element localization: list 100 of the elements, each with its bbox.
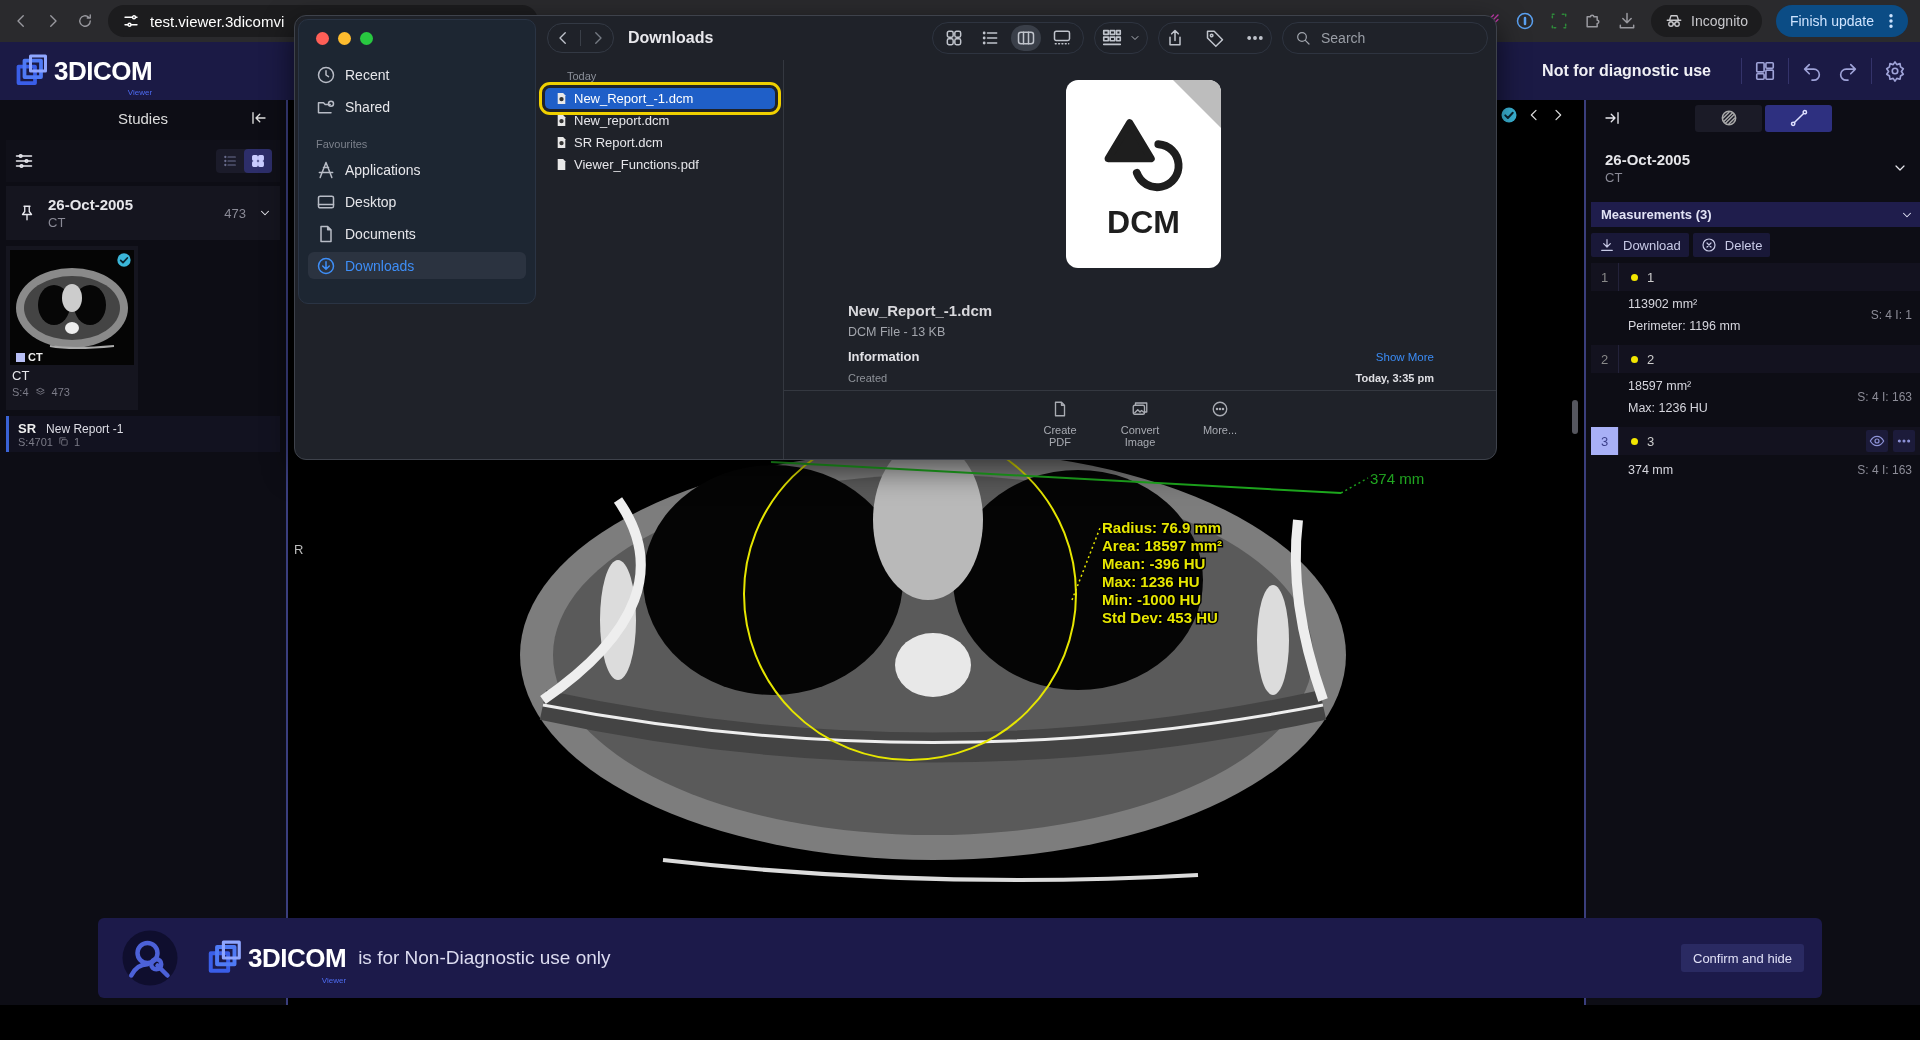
download-button[interactable]: Download bbox=[1591, 233, 1689, 257]
slice-location: S: 4 I: 163 bbox=[1857, 463, 1912, 477]
grid-view-icon bbox=[250, 153, 266, 169]
close-button[interactable] bbox=[316, 32, 329, 45]
report-row[interactable]: SR New Report -1 S:4701 1 bbox=[6, 416, 280, 452]
measurement-row[interactable]: 1 1 bbox=[1591, 263, 1920, 291]
filter-icon[interactable] bbox=[14, 151, 34, 171]
measurements-header[interactable]: Measurements (3) bbox=[1591, 202, 1920, 227]
sidebar-item[interactable]: Desktop bbox=[308, 188, 526, 215]
eye-icon bbox=[1869, 433, 1885, 449]
download-icon bbox=[1599, 237, 1615, 253]
reload-icon[interactable] bbox=[76, 12, 94, 30]
tag-icon[interactable] bbox=[1205, 28, 1225, 48]
search-icon bbox=[1295, 30, 1311, 46]
study-date: 26-Oct-2005 bbox=[1605, 151, 1692, 168]
line-measure-icon bbox=[1788, 108, 1809, 128]
site-settings-icon[interactable] bbox=[122, 12, 140, 30]
logo-subtitle: Viewer bbox=[127, 88, 153, 97]
measurement-index: 2 bbox=[1591, 345, 1619, 373]
segmentation-tool-button[interactable] bbox=[1695, 104, 1762, 132]
collapse-icon[interactable] bbox=[250, 109, 268, 127]
file-item[interactable]: SR Report.dcm bbox=[545, 132, 775, 153]
roi-stat-label: Min: -1000 HU bbox=[1102, 591, 1202, 608]
leader-line bbox=[1340, 477, 1369, 494]
file-name: New_Report_-1.dcm bbox=[848, 302, 994, 319]
measurement-label: 2 bbox=[1647, 351, 1656, 367]
scrollbar-thumb[interactable] bbox=[1572, 400, 1578, 434]
sidebar-item[interactable]: Applications bbox=[308, 156, 526, 183]
study-modality: CT bbox=[48, 215, 67, 230]
length-label: 374 mm bbox=[1370, 470, 1425, 487]
dicom-file-icon bbox=[555, 113, 568, 128]
expand-icon[interactable] bbox=[1603, 109, 1621, 127]
file-item[interactable]: Viewer_Functions.pdf bbox=[545, 154, 775, 175]
sidebar-item[interactable]: Shared bbox=[308, 93, 526, 120]
sidebar-item[interactable]: Recent bbox=[308, 61, 526, 88]
measurement-row[interactable]: 2 2 bbox=[1591, 345, 1920, 373]
measurement-value: Perimeter: 1196 mm bbox=[1628, 319, 1742, 333]
roi-stat-label: Mean: -396 HU bbox=[1102, 555, 1206, 572]
confirm-and-hide-button[interactable]: Confirm and hide bbox=[1681, 944, 1804, 972]
checkmark-icon[interactable] bbox=[1500, 106, 1518, 124]
layers-icon bbox=[34, 386, 46, 398]
sidebar-item[interactable]: Documents bbox=[308, 220, 526, 247]
download-icon bbox=[316, 255, 336, 276]
dicom-file-icon bbox=[555, 135, 568, 150]
panel-title: Studies bbox=[117, 109, 168, 127]
series-number: S:4701 bbox=[18, 435, 53, 448]
logo-text: 3DICOM bbox=[54, 55, 153, 87]
status-dot bbox=[1631, 355, 1638, 363]
study-date: 26-Oct-2005 bbox=[48, 196, 135, 213]
column-view-icon bbox=[1016, 28, 1036, 48]
measure-tool-button[interactable] bbox=[1765, 104, 1832, 132]
delete-button[interactable]: Delete bbox=[1692, 233, 1771, 257]
incognito-button[interactable]: Incognito bbox=[1651, 5, 1762, 37]
visibility-button[interactable] bbox=[1866, 430, 1888, 452]
view-mode-button[interactable] bbox=[1011, 25, 1041, 51]
logo-text: 3DICOM bbox=[248, 942, 347, 974]
file-item[interactable]: New_report.dcm bbox=[545, 110, 775, 131]
grid-view-button[interactable] bbox=[244, 149, 272, 173]
zoom-button[interactable] bbox=[360, 32, 373, 45]
logo-subtitle: Viewer bbox=[321, 976, 347, 985]
sidebar-item[interactable]: Downloads bbox=[308, 252, 526, 279]
length-line-annotation[interactable] bbox=[770, 461, 1342, 494]
gallery-view-icon bbox=[1052, 28, 1072, 48]
measurement-value: 374 mm bbox=[1628, 463, 1675, 477]
modality-color-square bbox=[16, 352, 25, 362]
study-row[interactable]: 26-Oct-2005 CT 473 bbox=[6, 186, 280, 240]
finish-update-button[interactable]: Finish update bbox=[1775, 5, 1908, 37]
file-type-label: DCM bbox=[1107, 204, 1180, 241]
measurement-row[interactable]: 3 3 bbox=[1591, 427, 1920, 455]
layout-icon[interactable] bbox=[1754, 60, 1776, 82]
study-modality: CT bbox=[1605, 170, 1624, 185]
icon-view-icon bbox=[944, 28, 964, 48]
measurement-value: 18597 mm² bbox=[1628, 379, 1693, 393]
orientation-marker: R bbox=[294, 542, 304, 557]
list-view-icon bbox=[222, 153, 238, 169]
pdf-file-icon bbox=[555, 157, 568, 172]
convert-image-button[interactable]: Convert Image bbox=[1106, 399, 1174, 449]
measurement-value: 113902 mm² bbox=[1628, 297, 1699, 311]
series-card[interactable]: CT CT S:4 473 bbox=[6, 246, 138, 410]
status-dot bbox=[1631, 273, 1638, 281]
copy-icon bbox=[57, 436, 69, 447]
file-details: DCM File - 13 KB bbox=[848, 325, 947, 339]
password-manager-icon[interactable] bbox=[1515, 11, 1536, 31]
more-icon bbox=[1211, 400, 1229, 418]
applications-icon bbox=[316, 159, 336, 180]
measurement-index: 3 bbox=[1591, 427, 1619, 455]
banner-text: is for Non-Diagnostic use only bbox=[358, 947, 611, 969]
roi-stat-label: Std Dev: 453 HU bbox=[1102, 609, 1218, 626]
status-dot bbox=[1631, 437, 1638, 445]
images-icon bbox=[1131, 400, 1149, 418]
more-button[interactable] bbox=[1893, 430, 1915, 452]
search-field[interactable]: Search bbox=[1319, 29, 1469, 47]
settings-icon[interactable] bbox=[1884, 60, 1906, 82]
image-count: 473 bbox=[51, 386, 70, 398]
measurement-index: 1 bbox=[1591, 263, 1619, 291]
more-actions-button[interactable]: More... bbox=[1186, 399, 1254, 449]
create-pdf-button[interactable]: Create PDF bbox=[1026, 399, 1094, 449]
show-more-link[interactable]: Show More bbox=[1375, 350, 1434, 363]
delete-icon bbox=[1700, 237, 1717, 253]
minimize-button[interactable] bbox=[338, 32, 351, 45]
